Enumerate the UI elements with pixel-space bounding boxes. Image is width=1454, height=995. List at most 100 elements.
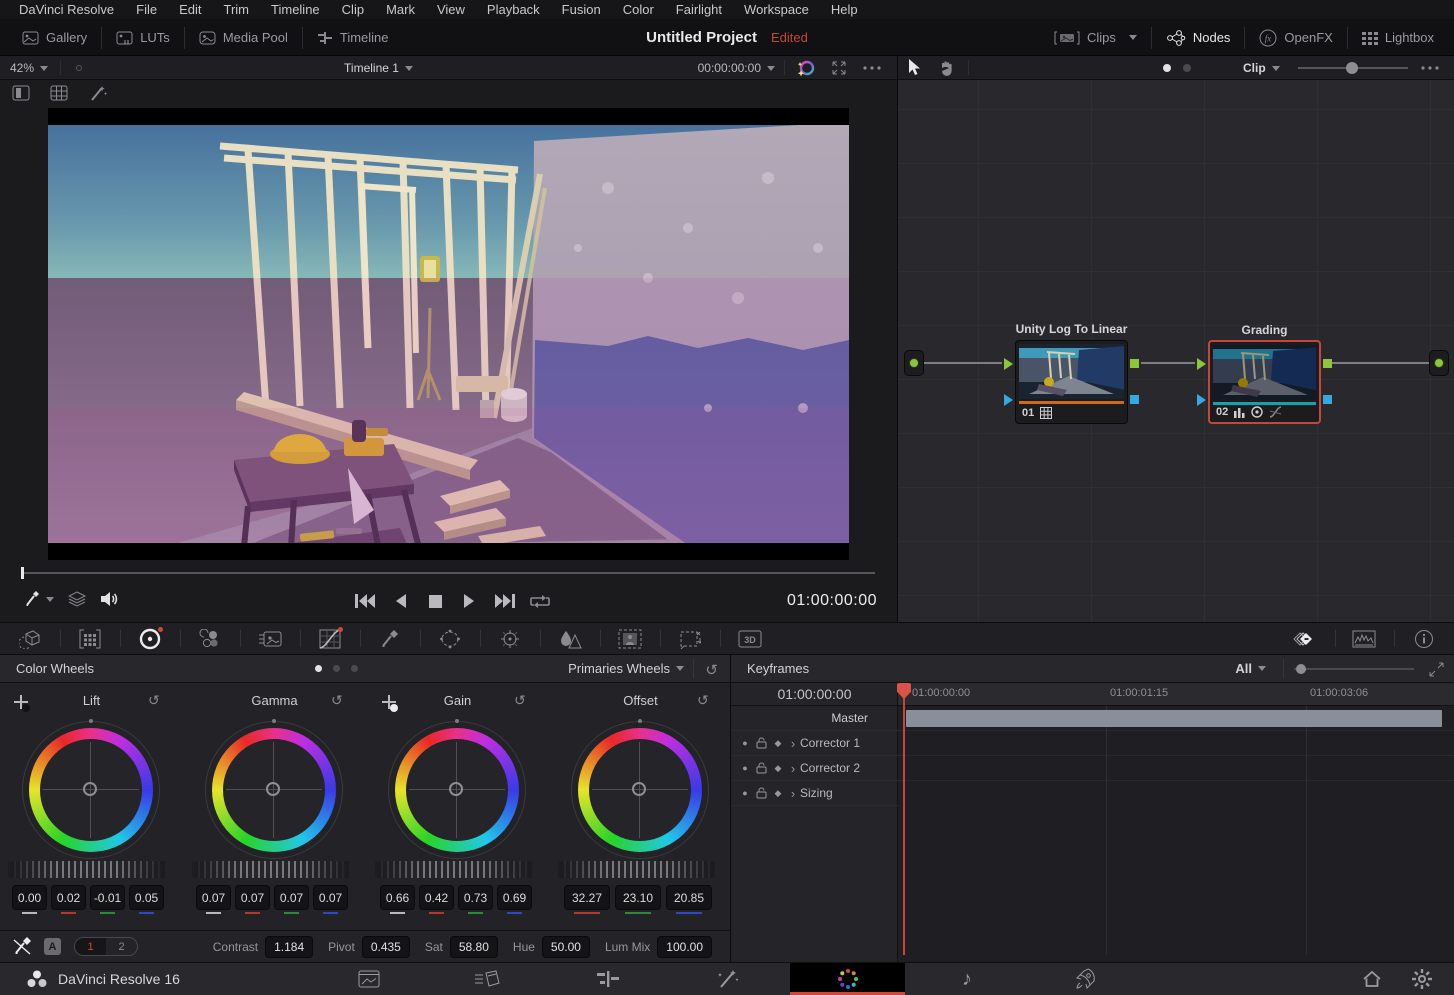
track-corrector-2[interactable]: ● ◆ › Corrector 2: [731, 756, 898, 781]
wheel-page-2[interactable]: 2: [106, 938, 137, 955]
page-color-button[interactable]: [790, 963, 905, 995]
gamma-b-value[interactable]: 0.07: [313, 885, 348, 910]
slider-knob[interactable]: [1346, 62, 1358, 74]
color-match-button[interactable]: [60, 623, 120, 654]
offset-r-value[interactable]: 32.27: [564, 885, 610, 910]
qualifier-button[interactable]: [360, 623, 420, 654]
page-media-button[interactable]: [330, 963, 408, 995]
lock-icon[interactable]: [756, 762, 767, 774]
timeline-select[interactable]: Timeline 1: [0, 56, 757, 80]
auto-badge[interactable]: A: [44, 938, 61, 955]
menu-item-timeline[interactable]: Timeline: [260, 2, 331, 17]
node-01[interactable]: Unity Log To Linear 01: [1015, 340, 1128, 424]
lift-y-value[interactable]: 0.00: [12, 885, 47, 910]
key-button[interactable]: [600, 623, 660, 654]
offset-color-wheel[interactable]: [578, 728, 702, 852]
node-options-button[interactable]: [1421, 66, 1441, 70]
keyframe-diamond-icon[interactable]: ◆: [770, 738, 786, 749]
node-tree-output-connector[interactable]: [1429, 350, 1449, 376]
source-input-connector[interactable]: [904, 350, 924, 376]
wipe-modes-button[interactable]: [68, 591, 86, 607]
expand-viewer-button[interactable]: [831, 60, 847, 76]
lift-g-value[interactable]: -0.01: [90, 885, 125, 910]
lift-r-value[interactable]: 0.02: [51, 885, 86, 910]
gamma-g-value[interactable]: 0.07: [274, 885, 309, 910]
enable-dot-icon[interactable]: ●: [737, 788, 753, 798]
node-zoom-slider[interactable]: [1298, 67, 1408, 69]
slider-knob[interactable]: [1296, 664, 1306, 674]
auto-balance-eyedropper-icon[interactable]: [13, 937, 33, 956]
gain-color-wheel[interactable]: [395, 728, 519, 852]
curves-button[interactable]: [300, 623, 360, 654]
stop-button[interactable]: [418, 588, 452, 614]
viewer-playhead[interactable]: [21, 567, 24, 579]
lift-color-wheel[interactable]: [29, 728, 153, 852]
camera-raw-button[interactable]: [0, 623, 60, 654]
viewer-options-button[interactable]: [863, 66, 883, 70]
power-windows-button[interactable]: [420, 623, 480, 654]
keyframes-panel-button[interactable]: [1275, 623, 1335, 654]
grade-enhance-button[interactable]: [795, 58, 815, 78]
menu-item-trim[interactable]: Trim: [213, 2, 261, 17]
node-02-key-input[interactable]: [1197, 394, 1206, 406]
node-02-rgb-input[interactable]: [1197, 358, 1206, 370]
enhance-wand-button[interactable]: [88, 84, 108, 102]
node-01-key-input[interactable]: [1004, 394, 1013, 406]
menu-item-clip[interactable]: Clip: [331, 2, 375, 17]
grid-view-button[interactable]: [50, 85, 68, 101]
contrast-value[interactable]: 1.184: [265, 936, 313, 958]
stereo-3d-button[interactable]: 3D: [720, 623, 780, 654]
loop-button[interactable]: [523, 588, 557, 614]
luts-button[interactable]: LUTs: [102, 19, 184, 56]
media-pool-button[interactable]: Media Pool: [185, 19, 302, 56]
keyframes-zoom-slider[interactable]: [1294, 668, 1414, 670]
menu-item-edit[interactable]: Edit: [168, 2, 212, 17]
expand-chevron-icon[interactable]: ›: [786, 761, 800, 776]
node-page-dot-2[interactable]: [1183, 64, 1191, 72]
wheel-balance-indicator[interactable]: [83, 782, 97, 796]
gain-y-value[interactable]: 0.66: [380, 885, 415, 910]
clips-button[interactable]: Clips: [1040, 19, 1151, 56]
gallery-button[interactable]: Gallery: [8, 19, 101, 56]
track-corrector-1[interactable]: ● ◆ › Corrector 1: [731, 731, 898, 756]
select-tool-button[interactable]: [908, 59, 922, 76]
lum-mix-value[interactable]: 100.00: [657, 936, 712, 958]
keyframes-ruler[interactable]: 01:00:00:00 01:00:01:15 01:00:03:06: [898, 683, 1454, 706]
gain-r-value[interactable]: 0.42: [419, 885, 454, 910]
offset-g-value[interactable]: 23.10: [615, 885, 661, 910]
pivot-value[interactable]: 0.435: [362, 936, 410, 958]
wheel-page-1[interactable]: 1: [75, 938, 106, 955]
menu-item-playback[interactable]: Playback: [476, 2, 551, 17]
page-fairlight-button[interactable]: ♪: [928, 963, 1006, 995]
node-02-key-output[interactable]: [1323, 395, 1332, 404]
wheels-page-dot-3[interactable]: [351, 665, 358, 672]
menu-item-fairlight[interactable]: Fairlight: [665, 2, 733, 17]
wheel-balance-indicator[interactable]: [632, 782, 646, 796]
step-back-button[interactable]: [383, 588, 417, 614]
split-screen-button[interactable]: [12, 85, 30, 101]
lift-b-value[interactable]: 0.05: [129, 885, 164, 910]
wheel-balance-indicator[interactable]: [449, 782, 463, 796]
offset-b-value[interactable]: 20.85: [666, 885, 712, 910]
expand-chevron-icon[interactable]: ›: [786, 786, 800, 801]
menu-item-file[interactable]: File: [125, 2, 168, 17]
node-graph[interactable]: Unity Log To Linear 01 Grading: [898, 80, 1454, 622]
page-fusion-button[interactable]: [689, 963, 767, 995]
keyframes-playhead-line[interactable]: [903, 683, 905, 955]
wheel-balance-indicator[interactable]: [266, 782, 280, 796]
track-sizing[interactable]: ● ◆ › Sizing: [731, 781, 898, 806]
offset-reset-button[interactable]: ↺: [697, 692, 709, 709]
pan-tool-button[interactable]: [938, 60, 954, 76]
node-page-dot-1[interactable]: [1163, 64, 1171, 72]
tracker-button[interactable]: [480, 623, 540, 654]
gamma-master-slider[interactable]: [192, 861, 349, 878]
menu-item-help[interactable]: Help: [820, 2, 869, 17]
nodes-button[interactable]: Nodes: [1152, 19, 1245, 56]
go-to-last-frame-button[interactable]: [488, 588, 522, 614]
gamma-r-value[interactable]: 0.07: [235, 885, 270, 910]
track-lane[interactable]: [898, 731, 1454, 756]
lift-master-slider[interactable]: [8, 861, 165, 878]
track-master[interactable]: Master: [731, 706, 898, 731]
enable-dot-icon[interactable]: ●: [737, 738, 753, 748]
viewer-timecode-select[interactable]: 00:00:00:00: [698, 56, 775, 80]
